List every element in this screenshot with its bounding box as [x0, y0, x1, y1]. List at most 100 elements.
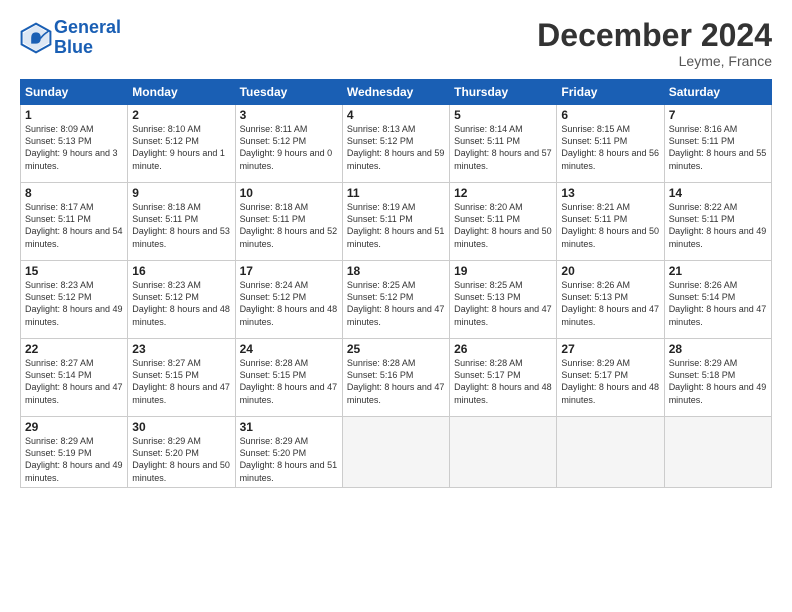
calendar-week-row: 8 Sunrise: 8:17 AMSunset: 5:11 PMDayligh…: [21, 183, 772, 261]
day-number: 22: [25, 342, 123, 356]
day-number: 25: [347, 342, 445, 356]
day-info: Sunrise: 8:18 AMSunset: 5:11 PMDaylight:…: [132, 202, 230, 248]
weekday-header: Monday: [128, 80, 235, 105]
day-info: Sunrise: 8:29 AMSunset: 5:19 PMDaylight:…: [25, 436, 123, 482]
weekday-header: Saturday: [664, 80, 771, 105]
day-number: 17: [240, 264, 338, 278]
location: Leyme, France: [537, 53, 772, 69]
day-number: 29: [25, 420, 123, 434]
calendar-week-row: 15 Sunrise: 8:23 AMSunset: 5:12 PMDaylig…: [21, 261, 772, 339]
day-info: Sunrise: 8:29 AMSunset: 5:18 PMDaylight:…: [669, 358, 767, 404]
day-number: 27: [561, 342, 659, 356]
calendar-day-cell: [342, 417, 449, 488]
calendar-day-cell: 16 Sunrise: 8:23 AMSunset: 5:12 PMDaylig…: [128, 261, 235, 339]
title-section: December 2024 Leyme, France: [537, 18, 772, 69]
day-number: 31: [240, 420, 338, 434]
calendar-week-row: 1 Sunrise: 8:09 AMSunset: 5:13 PMDayligh…: [21, 105, 772, 183]
calendar-day-cell: 13 Sunrise: 8:21 AMSunset: 5:11 PMDaylig…: [557, 183, 664, 261]
calendar-day-cell: 6 Sunrise: 8:15 AMSunset: 5:11 PMDayligh…: [557, 105, 664, 183]
day-number: 3: [240, 108, 338, 122]
day-info: Sunrise: 8:16 AMSunset: 5:11 PMDaylight:…: [669, 124, 767, 170]
day-number: 18: [347, 264, 445, 278]
day-number: 1: [25, 108, 123, 122]
page: General Blue December 2024 Leyme, France…: [0, 0, 792, 612]
header: General Blue December 2024 Leyme, France: [20, 18, 772, 69]
logo-text: General Blue: [54, 18, 121, 58]
calendar-day-cell: 8 Sunrise: 8:17 AMSunset: 5:11 PMDayligh…: [21, 183, 128, 261]
day-number: 9: [132, 186, 230, 200]
calendar-day-cell: 7 Sunrise: 8:16 AMSunset: 5:11 PMDayligh…: [664, 105, 771, 183]
day-number: 8: [25, 186, 123, 200]
calendar-day-cell: 12 Sunrise: 8:20 AMSunset: 5:11 PMDaylig…: [450, 183, 557, 261]
calendar-day-cell: [450, 417, 557, 488]
day-info: Sunrise: 8:10 AMSunset: 5:12 PMDaylight:…: [132, 124, 225, 170]
calendar-day-cell: 14 Sunrise: 8:22 AMSunset: 5:11 PMDaylig…: [664, 183, 771, 261]
calendar-day-cell: 24 Sunrise: 8:28 AMSunset: 5:15 PMDaylig…: [235, 339, 342, 417]
day-info: Sunrise: 8:25 AMSunset: 5:12 PMDaylight:…: [347, 280, 445, 326]
day-number: 23: [132, 342, 230, 356]
day-info: Sunrise: 8:19 AMSunset: 5:11 PMDaylight:…: [347, 202, 445, 248]
calendar-day-cell: 15 Sunrise: 8:23 AMSunset: 5:12 PMDaylig…: [21, 261, 128, 339]
day-number: 20: [561, 264, 659, 278]
weekday-header: Thursday: [450, 80, 557, 105]
day-info: Sunrise: 8:29 AMSunset: 5:17 PMDaylight:…: [561, 358, 659, 404]
calendar-day-cell: 26 Sunrise: 8:28 AMSunset: 5:17 PMDaylig…: [450, 339, 557, 417]
weekday-header: Sunday: [21, 80, 128, 105]
calendar-day-cell: 30 Sunrise: 8:29 AMSunset: 5:20 PMDaylig…: [128, 417, 235, 488]
day-number: 5: [454, 108, 552, 122]
calendar-day-cell: 4 Sunrise: 8:13 AMSunset: 5:12 PMDayligh…: [342, 105, 449, 183]
day-number: 21: [669, 264, 767, 278]
day-info: Sunrise: 8:23 AMSunset: 5:12 PMDaylight:…: [25, 280, 123, 326]
day-number: 2: [132, 108, 230, 122]
calendar-day-cell: 22 Sunrise: 8:27 AMSunset: 5:14 PMDaylig…: [21, 339, 128, 417]
day-number: 15: [25, 264, 123, 278]
calendar-day-cell: 18 Sunrise: 8:25 AMSunset: 5:12 PMDaylig…: [342, 261, 449, 339]
day-number: 26: [454, 342, 552, 356]
day-info: Sunrise: 8:13 AMSunset: 5:12 PMDaylight:…: [347, 124, 445, 170]
day-info: Sunrise: 8:17 AMSunset: 5:11 PMDaylight:…: [25, 202, 123, 248]
day-info: Sunrise: 8:29 AMSunset: 5:20 PMDaylight:…: [132, 436, 230, 482]
day-number: 4: [347, 108, 445, 122]
logo-line1: General: [54, 17, 121, 37]
day-number: 13: [561, 186, 659, 200]
calendar-day-cell: 19 Sunrise: 8:25 AMSunset: 5:13 PMDaylig…: [450, 261, 557, 339]
logo: General Blue: [20, 18, 121, 58]
day-info: Sunrise: 8:21 AMSunset: 5:11 PMDaylight:…: [561, 202, 659, 248]
calendar-day-cell: 1 Sunrise: 8:09 AMSunset: 5:13 PMDayligh…: [21, 105, 128, 183]
calendar-day-cell: 23 Sunrise: 8:27 AMSunset: 5:15 PMDaylig…: [128, 339, 235, 417]
day-info: Sunrise: 8:23 AMSunset: 5:12 PMDaylight:…: [132, 280, 230, 326]
day-info: Sunrise: 8:28 AMSunset: 5:15 PMDaylight:…: [240, 358, 338, 404]
day-info: Sunrise: 8:27 AMSunset: 5:14 PMDaylight:…: [25, 358, 123, 404]
day-number: 24: [240, 342, 338, 356]
day-info: Sunrise: 8:26 AMSunset: 5:13 PMDaylight:…: [561, 280, 659, 326]
day-number: 30: [132, 420, 230, 434]
calendar-day-cell: 28 Sunrise: 8:29 AMSunset: 5:18 PMDaylig…: [664, 339, 771, 417]
calendar-day-cell: [664, 417, 771, 488]
calendar-week-row: 22 Sunrise: 8:27 AMSunset: 5:14 PMDaylig…: [21, 339, 772, 417]
month-title: December 2024: [537, 18, 772, 53]
day-number: 14: [669, 186, 767, 200]
calendar-day-cell: 21 Sunrise: 8:26 AMSunset: 5:14 PMDaylig…: [664, 261, 771, 339]
day-info: Sunrise: 8:24 AMSunset: 5:12 PMDaylight:…: [240, 280, 338, 326]
calendar-day-cell: 10 Sunrise: 8:18 AMSunset: 5:11 PMDaylig…: [235, 183, 342, 261]
calendar-day-cell: 17 Sunrise: 8:24 AMSunset: 5:12 PMDaylig…: [235, 261, 342, 339]
calendar-day-cell: 27 Sunrise: 8:29 AMSunset: 5:17 PMDaylig…: [557, 339, 664, 417]
day-number: 10: [240, 186, 338, 200]
day-info: Sunrise: 8:18 AMSunset: 5:11 PMDaylight:…: [240, 202, 338, 248]
day-number: 19: [454, 264, 552, 278]
calendar-day-cell: 5 Sunrise: 8:14 AMSunset: 5:11 PMDayligh…: [450, 105, 557, 183]
day-info: Sunrise: 8:28 AMSunset: 5:16 PMDaylight:…: [347, 358, 445, 404]
logo-icon: [20, 22, 52, 54]
day-info: Sunrise: 8:28 AMSunset: 5:17 PMDaylight:…: [454, 358, 552, 404]
calendar-day-cell: 3 Sunrise: 8:11 AMSunset: 5:12 PMDayligh…: [235, 105, 342, 183]
day-number: 11: [347, 186, 445, 200]
calendar-day-cell: 25 Sunrise: 8:28 AMSunset: 5:16 PMDaylig…: [342, 339, 449, 417]
day-info: Sunrise: 8:27 AMSunset: 5:15 PMDaylight:…: [132, 358, 230, 404]
calendar-day-cell: 11 Sunrise: 8:19 AMSunset: 5:11 PMDaylig…: [342, 183, 449, 261]
calendar-week-row: 29 Sunrise: 8:29 AMSunset: 5:19 PMDaylig…: [21, 417, 772, 488]
day-info: Sunrise: 8:20 AMSunset: 5:11 PMDaylight:…: [454, 202, 552, 248]
day-number: 28: [669, 342, 767, 356]
calendar-day-cell: 29 Sunrise: 8:29 AMSunset: 5:19 PMDaylig…: [21, 417, 128, 488]
day-number: 12: [454, 186, 552, 200]
day-info: Sunrise: 8:14 AMSunset: 5:11 PMDaylight:…: [454, 124, 552, 170]
